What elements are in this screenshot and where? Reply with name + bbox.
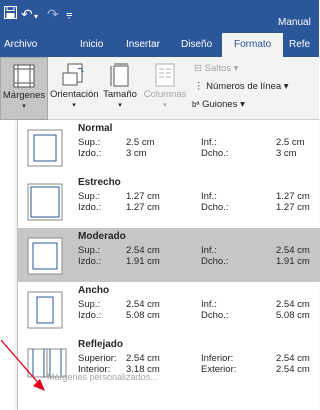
option-value: 2.54 cm xyxy=(276,299,310,310)
tab-formato[interactable]: Formato xyxy=(222,33,284,57)
option-label: Inf.: xyxy=(201,245,217,256)
margin-moderate-icon xyxy=(27,237,63,275)
orientation-icon xyxy=(62,63,84,86)
line-numbers-label: Números de línea xyxy=(206,81,282,92)
option-label: Dcho.: xyxy=(201,148,229,159)
margins-menu: Normal Sup.: 2.5 cm Inf.: 2.5 cm Izdo.: … xyxy=(17,120,320,410)
chevron-down-icon: ▾ xyxy=(22,103,26,110)
option-value: 2.54 cm xyxy=(126,353,160,364)
margin-option-moderado[interactable]: Moderado Sup.: 2.54 cm Inf.: 2.54 cm Izd… xyxy=(18,228,320,282)
margins-label: Márgenes xyxy=(2,90,46,101)
option-name: Moderado xyxy=(78,231,126,242)
option-value: 2.5 cm xyxy=(276,137,305,148)
tab-diseno[interactable]: Diseño xyxy=(181,33,212,57)
ribbon: Márgenes ▾ Orientación ▾ Tamaño ▾ Column… xyxy=(0,57,319,120)
margin-normal-icon xyxy=(27,129,63,167)
option-label: Superior: xyxy=(78,353,117,364)
line-numbers-button[interactable]: ⋮ Números de línea ▾ xyxy=(194,81,289,92)
redo-icon[interactable]: ↷ xyxy=(47,6,59,22)
chevron-down-icon: ▾ xyxy=(163,102,167,109)
breaks-button[interactable]: ⊟ Saltos ▾ xyxy=(194,63,238,74)
option-label: Izdo.: xyxy=(78,256,102,267)
undo-dropdown-icon[interactable]: ▾ xyxy=(34,9,38,25)
margin-option-ancho[interactable]: Ancho Sup.: 2.54 cm Inf.: 2.54 cm Izdo.:… xyxy=(18,282,320,336)
option-value: 2.54 cm xyxy=(276,353,310,364)
option-label: Dcho.: xyxy=(201,310,229,321)
option-value: 5.08 cm xyxy=(276,310,310,321)
breaks-icon: ⊟ xyxy=(194,63,202,74)
option-value: 3 cm xyxy=(276,148,297,159)
option-value: 1.27 cm xyxy=(276,202,310,213)
option-label: Izdo.: xyxy=(78,310,102,321)
margin-option-normal[interactable]: Normal Sup.: 2.5 cm Inf.: 2.5 cm Izdo.: … xyxy=(18,120,320,174)
option-value: 2.5 cm xyxy=(126,137,155,148)
option-label: Inf.: xyxy=(201,137,217,148)
option-value: 1.91 cm xyxy=(276,256,310,267)
chevron-down-icon: ▾ xyxy=(240,99,245,110)
option-value: 2.54 cm xyxy=(276,364,310,375)
margin-wide-icon xyxy=(27,291,63,329)
window-title: Manual xyxy=(278,17,311,28)
option-label: Izdo.: xyxy=(78,148,102,159)
tab-referencias[interactable]: Refe xyxy=(289,33,310,57)
orientation-label: Orientación xyxy=(50,89,99,100)
option-label: Izdo.: xyxy=(78,202,102,213)
breaks-label: Saltos xyxy=(204,63,232,74)
undo-icon[interactable]: ↶ xyxy=(21,6,33,22)
customize-icon[interactable]: ⩦ xyxy=(66,6,72,22)
size-icon xyxy=(110,63,129,87)
option-name: Reflejado xyxy=(78,339,124,350)
option-value: 1.91 cm xyxy=(126,256,160,267)
option-label: Inf.: xyxy=(201,191,217,202)
option-label: Exterior: xyxy=(201,364,237,375)
hyphenation-icon: bª xyxy=(192,100,200,109)
ribbon-tabs: Archivo Inicio Insertar Diseño Formato R… xyxy=(0,33,319,57)
chevron-down-icon: ▾ xyxy=(233,63,239,74)
size-label: Tamaño xyxy=(103,89,137,100)
option-value: 5.08 cm xyxy=(126,310,160,321)
columns-label: Columnas xyxy=(143,89,187,100)
option-value: 1.27 cm xyxy=(276,191,310,202)
option-label: Inf.: xyxy=(201,299,217,310)
tab-archivo[interactable]: Archivo xyxy=(4,33,37,57)
option-value: 1.27 cm xyxy=(126,202,160,213)
option-value: 3 cm xyxy=(126,148,147,159)
option-name: Ancho xyxy=(78,285,110,296)
margin-narrow-icon xyxy=(27,183,63,221)
save-icon[interactable] xyxy=(4,6,17,22)
option-name: Estrecho xyxy=(78,177,121,188)
chevron-down-icon: ▾ xyxy=(283,81,289,92)
orientation-button[interactable]: Orientación ▾ xyxy=(50,57,99,120)
tab-insertar[interactable]: Insertar xyxy=(126,33,160,57)
option-label: Inferior: xyxy=(201,353,234,364)
size-button[interactable]: Tamaño ▾ xyxy=(100,57,140,120)
option-value: 2.54 cm xyxy=(126,245,160,256)
option-label: Sup.: xyxy=(78,137,101,148)
chevron-down-icon: ▾ xyxy=(118,102,122,109)
margins-button[interactable]: Márgenes ▾ xyxy=(0,57,48,120)
option-label: Dcho.: xyxy=(201,256,229,267)
option-label: Sup.: xyxy=(78,245,101,256)
hyphenation-label: Guiones xyxy=(202,99,238,110)
custom-margins-item[interactable]: Márgenes personalizados... xyxy=(47,372,158,382)
option-value: 1.27 cm xyxy=(126,191,160,202)
margins-icon xyxy=(13,64,35,88)
option-label: Dcho.: xyxy=(201,202,229,213)
columns-button[interactable]: Columnas ▾ xyxy=(142,57,188,120)
option-value: 2.54 cm xyxy=(126,299,160,310)
tab-inicio[interactable]: Inicio xyxy=(80,33,103,57)
option-name: Normal xyxy=(78,123,113,134)
chevron-down-icon: ▾ xyxy=(72,102,76,109)
option-label: Sup.: xyxy=(78,299,101,310)
title-bar: ↶ ▾ ↷ ⩦ Manual xyxy=(0,0,319,33)
columns-icon xyxy=(155,63,175,87)
line-numbers-icon: ⋮ xyxy=(194,81,204,92)
option-label: Sup.: xyxy=(78,191,101,202)
hyphenation-button[interactable]: bª Guiones ▾ xyxy=(192,99,245,110)
margin-option-estrecho[interactable]: Estrecho Sup.: 1.27 cm Inf.: 1.27 cm Izd… xyxy=(18,174,320,228)
option-value: 2.54 cm xyxy=(276,245,310,256)
